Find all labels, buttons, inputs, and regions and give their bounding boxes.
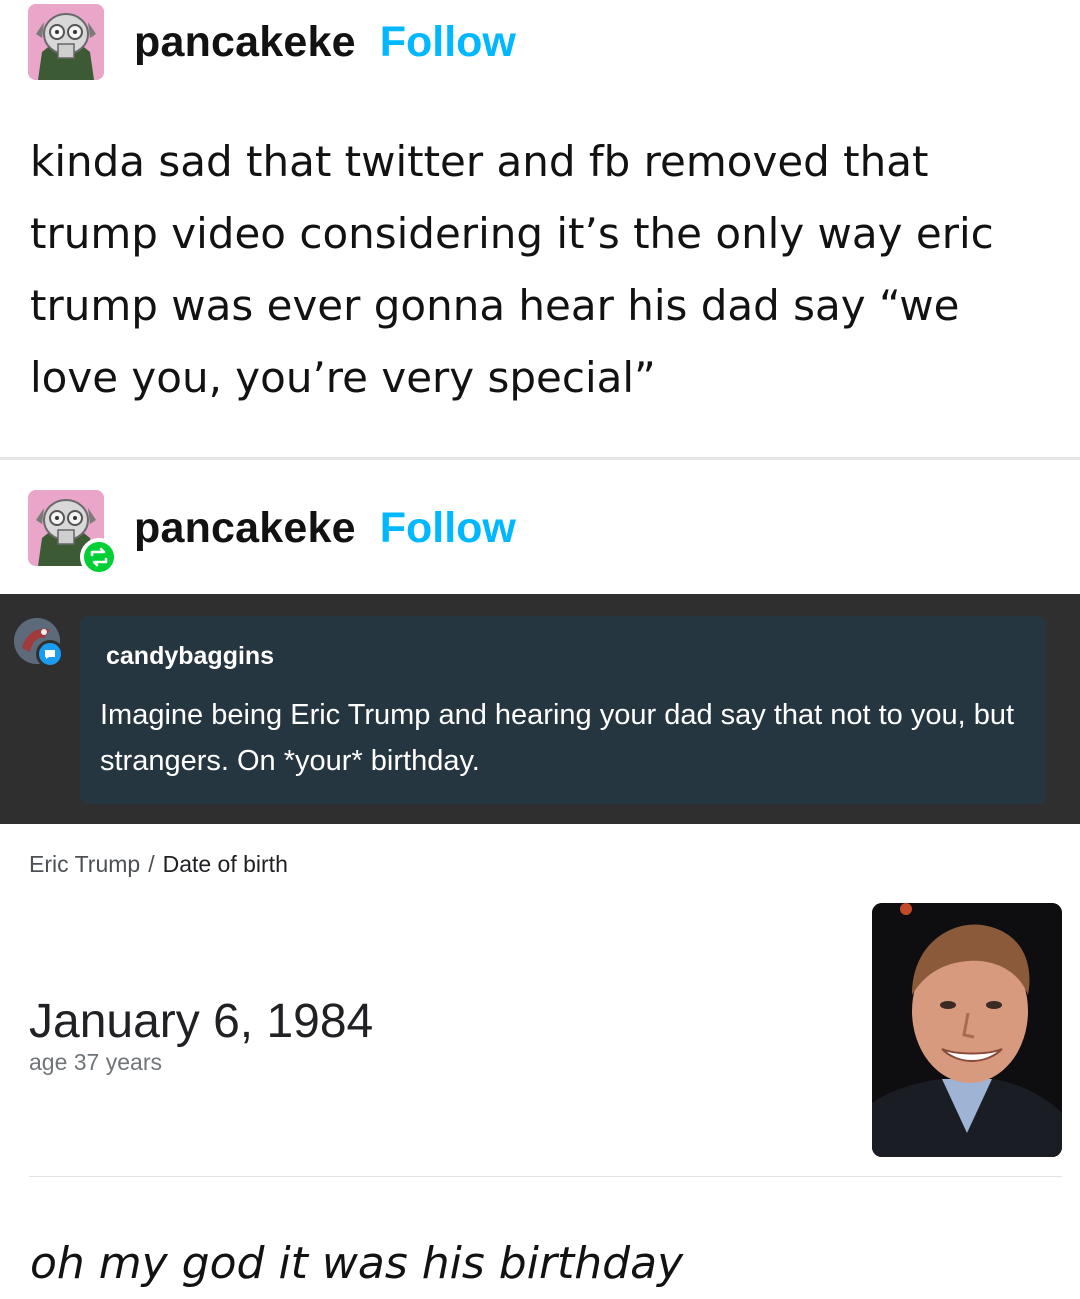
follow-button[interactable]: Follow (380, 504, 516, 553)
reblogged-post-card: candybaggins Imagine being Eric Trump an… (80, 616, 1046, 804)
reply-text: oh my god it was his birthday (30, 1238, 684, 1289)
date-of-birth: January 6, 1984 (29, 995, 374, 1048)
portrait-image (872, 903, 1062, 1157)
breadcrumb-separator: / (148, 851, 155, 877)
age-text: age 37 years (29, 1049, 162, 1075)
breadcrumb: Eric Trump / Date of birth (29, 851, 288, 878)
post-username[interactable]: pancakeke (134, 18, 356, 67)
reblog-icon (80, 538, 118, 576)
follow-button[interactable]: Follow (380, 18, 516, 67)
breadcrumb-entity[interactable]: Eric Trump (29, 851, 140, 877)
user-avatar[interactable] (28, 490, 118, 576)
person-photo[interactable] (872, 903, 1062, 1157)
result-divider (29, 1176, 1062, 1177)
reblogged-post-text: Imagine being Eric Trump and hearing you… (100, 699, 1015, 777)
post-divider (0, 457, 1080, 460)
breadcrumb-attribute: Date of birth (162, 851, 288, 877)
post-body-text: kinda sad that twitter and fb removed th… (30, 137, 994, 402)
post-username[interactable]: pancakeke (134, 504, 356, 553)
chat-bubble-icon (36, 640, 64, 668)
post-header-1: pancakeke Follow (28, 4, 516, 80)
post-header-2: pancakeke Follow (28, 490, 516, 576)
reblogged-post-screenshot: candybaggins Imagine being Eric Trump an… (0, 594, 1080, 824)
skull-avatar-icon (28, 4, 104, 80)
reblogged-username[interactable]: candybaggins (106, 642, 274, 671)
user-avatar[interactable] (28, 4, 104, 80)
